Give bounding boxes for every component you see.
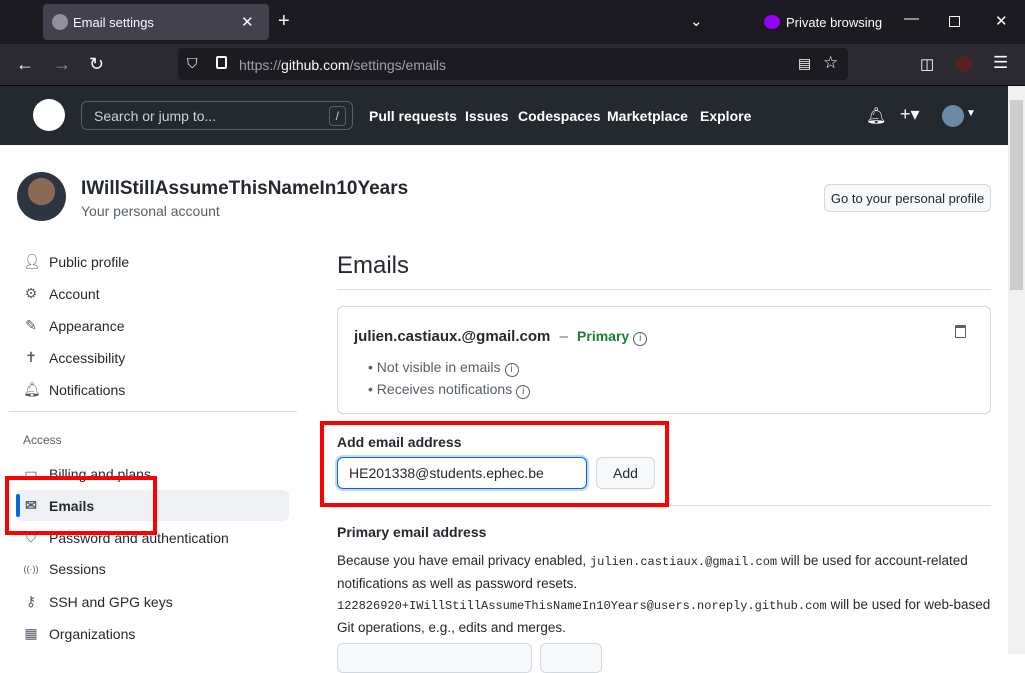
close-tab-icon[interactable]: ✕ xyxy=(241,13,254,31)
sidebar-item-accessibility[interactable]: ✝ Accessibility xyxy=(23,349,125,366)
desc-code-email: julien.castiaux.@gmail.com xyxy=(589,555,778,569)
info-icon[interactable]: i xyxy=(504,363,519,377)
nav-issues[interactable]: Issues xyxy=(465,108,509,124)
sidebar-item-label: Organizations xyxy=(49,625,136,642)
section-divider xyxy=(670,505,991,506)
sidebar-item-label: Accessibility xyxy=(49,349,126,366)
menu-icon[interactable]: ☰ xyxy=(993,53,1008,73)
sidebar-item-public-profile[interactable]: 👤︎ Public profile xyxy=(23,253,129,270)
new-tab-icon[interactable]: + xyxy=(278,10,290,33)
search-input[interactable]: Search or jump to... / xyxy=(81,101,353,130)
browser-tab[interactable]: Email settings ✕ xyxy=(43,4,269,40)
create-new-plus-icon[interactable]: +▾ xyxy=(900,104,920,125)
bell-icon: 🔔︎ xyxy=(23,381,41,397)
minimize-icon[interactable]: — xyxy=(904,10,919,27)
highlight-box-add-email xyxy=(320,421,669,507)
back-icon[interactable]: ← xyxy=(16,54,34,75)
reload-icon[interactable]: ↻ xyxy=(89,54,104,75)
lock-icon xyxy=(216,56,227,69)
url-text: https://github.com/settings/emails xyxy=(239,57,446,73)
bell-icon[interactable]: 🔔︎ xyxy=(866,106,886,126)
sidebar-item-sessions[interactable]: ((·)) Sessions xyxy=(23,561,106,577)
primary-email-heading: Primary email address xyxy=(337,524,487,540)
primary-badge: Primary xyxy=(577,328,630,344)
profile-name: IWillStillAssumeThisNameIn10Years xyxy=(81,178,409,199)
profile-subtitle: Your personal account xyxy=(81,203,220,219)
sidebar-item-account[interactable]: ⚙ Account xyxy=(23,285,100,302)
reader-view-icon[interactable]: ▤ xyxy=(798,55,811,72)
organization-icon: ▦ xyxy=(24,625,38,641)
page-title: Emails xyxy=(337,252,410,279)
primary-email-select[interactable] xyxy=(337,643,532,673)
private-browsing-icon xyxy=(764,15,780,29)
sidebar-item-label: Appearance xyxy=(49,317,125,334)
note-receives-notifications: Receives notifications xyxy=(376,381,513,397)
avatar-dropdown-caret-icon[interactable]: ▼ xyxy=(966,108,976,119)
key-icon: ⚷ xyxy=(25,593,37,609)
info-icon[interactable]: i xyxy=(633,332,648,346)
sidebar-item-notifications[interactable]: 🔔︎ Notifications xyxy=(23,381,125,398)
desc-text-1: Because you have email privacy enabled, xyxy=(337,553,590,568)
url-bar[interactable]: ⛉ https://github.com/settings/emails ▤ ☆ xyxy=(178,48,848,80)
slash-key-hint: / xyxy=(328,106,346,126)
info-icon[interactable]: i xyxy=(516,385,531,399)
nav-pull-requests[interactable]: Pull requests xyxy=(369,108,457,124)
scrollbar-thumb[interactable] xyxy=(1010,100,1023,290)
private-browsing-label: Private browsing xyxy=(786,15,883,30)
sidebar-item-label: Sessions xyxy=(49,561,106,577)
nav-codespaces[interactable]: Codespaces xyxy=(518,108,600,124)
desc-code-noreply: 122826920+IWillStillAssumeThisNameIn10Ye… xyxy=(337,599,827,613)
nav-marketplace[interactable]: Marketplace xyxy=(607,108,688,124)
title-divider xyxy=(337,289,991,290)
sidebar-divider xyxy=(9,411,297,412)
separator: – xyxy=(559,328,568,345)
email-note: • Receives notifications i xyxy=(368,381,531,399)
sidebar-item-label: SSH and GPG keys xyxy=(49,593,173,610)
go-to-profile-label: Go to your personal profile xyxy=(830,190,985,206)
accessibility-icon: ✝ xyxy=(25,349,37,365)
trash-icon[interactable] xyxy=(955,325,966,338)
save-button[interactable] xyxy=(540,643,602,673)
broadcast-icon: ((·)) xyxy=(23,564,39,574)
shield-icon: ⛉ xyxy=(187,55,198,71)
tab-title: Email settings xyxy=(73,15,154,30)
account-avatar-icon[interactable] xyxy=(956,56,972,72)
sidebar-item-ssh-and-gpg-keys[interactable]: ⚷ SSH and GPG keys xyxy=(23,593,173,610)
forward-icon[interactable]: → xyxy=(53,54,71,75)
nav-explore[interactable]: Explore xyxy=(700,108,751,124)
note-not-visible: Not visible in emails xyxy=(376,359,501,375)
github-favicon-icon xyxy=(52,14,68,30)
sidebar-section-access: Access xyxy=(23,433,62,447)
email-card: julien.castiaux.@gmail.com – Primary i • … xyxy=(337,306,991,414)
email-note: • Not visible in emails i xyxy=(368,359,519,377)
primary-email-description: Because you have email privacy enabled, … xyxy=(337,550,997,638)
paintbrush-icon: ✎ xyxy=(25,317,37,333)
profile-avatar xyxy=(17,172,66,221)
go-to-profile-button[interactable]: Go to your personal profile xyxy=(824,184,991,212)
highlight-box-emails xyxy=(5,476,157,535)
gear-icon: ⚙ xyxy=(24,285,38,301)
url-host: github.com xyxy=(281,57,350,73)
url-prefix: https:// xyxy=(239,57,282,73)
tab-list-chevron-icon[interactable]: ⌄ xyxy=(690,12,703,30)
github-logo-icon[interactable] xyxy=(33,99,65,131)
maximize-icon[interactable] xyxy=(949,16,960,27)
sidebar-item-label: Account xyxy=(49,285,100,302)
search-placeholder: Search or jump to... xyxy=(94,108,217,124)
sidebar-item-label: Notifications xyxy=(49,381,126,398)
pocket-icon[interactable]: ◫ xyxy=(920,55,934,73)
bookmark-star-icon[interactable]: ☆ xyxy=(823,53,838,73)
close-window-icon[interactable]: ✕ xyxy=(995,12,1008,30)
sidebar-item-appearance[interactable]: ✎ Appearance xyxy=(23,317,125,334)
sidebar-item-label: Public profile xyxy=(49,253,130,270)
user-avatar-icon[interactable] xyxy=(942,105,964,127)
person-icon: 👤︎ xyxy=(23,253,41,269)
email-address: julien.castiaux.@gmail.com xyxy=(354,328,551,345)
sidebar-item-organizations[interactable]: ▦ Organizations xyxy=(23,625,135,642)
url-path: /settings/emails xyxy=(349,57,446,73)
